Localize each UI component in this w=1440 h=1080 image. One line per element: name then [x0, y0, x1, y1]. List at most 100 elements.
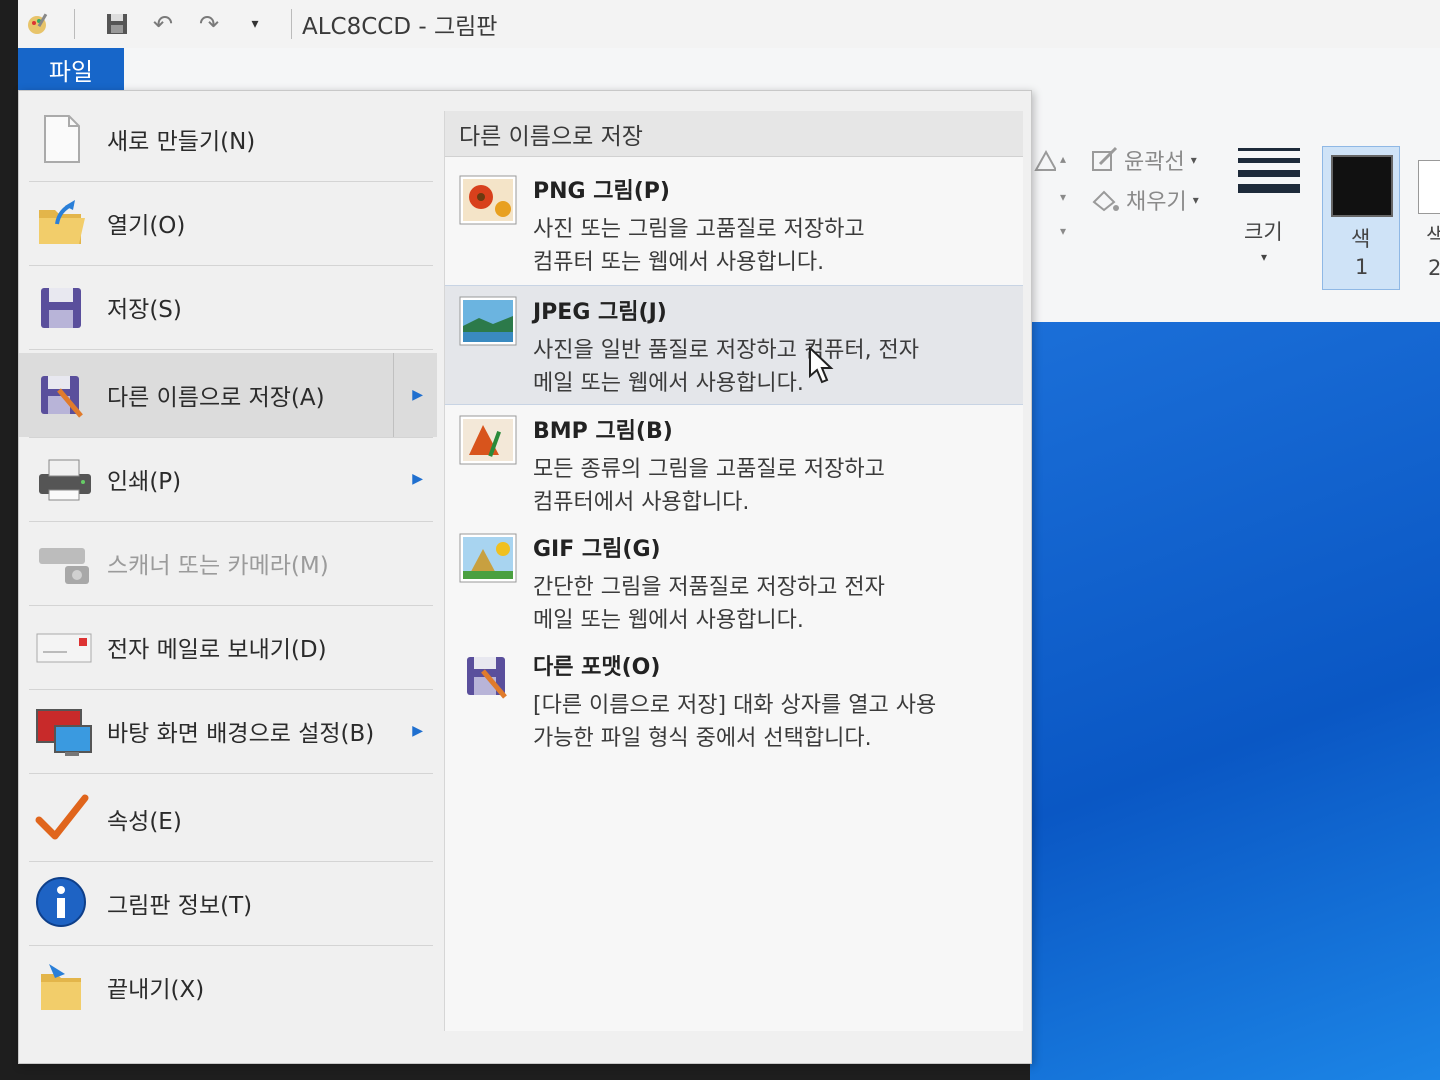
save-as-submenu: 다른 이름으로 저장 PNG 그림(P) 사진 또는 그림을 고품질로 저장하고… — [444, 111, 1023, 1031]
bmp-desc-line-1: 모든 종류의 그림을 고품질로 저장하고 — [533, 457, 885, 482]
menu-item-open[interactable]: 열기(O) — [19, 181, 437, 265]
outline-icon — [1092, 146, 1118, 171]
size-line-4 — [1238, 184, 1300, 193]
fill-bucket-icon — [1092, 190, 1119, 212]
color2-label: 색 — [1426, 224, 1440, 248]
menu-label-email: 전자 메일로 보내기(D) — [107, 637, 327, 663]
info-icon — [35, 876, 89, 930]
email-icon — [35, 620, 92, 674]
save-as-icon — [35, 368, 89, 422]
window-title: ALC8CCD - 그림판 — [302, 14, 498, 40]
gif-description: 간단한 그림을 저품질로 저장하고 전자 메일 또는 웹에서 사용합니다. — [533, 571, 1003, 637]
save-option-gif[interactable]: GIF 그림(G) 간단한 그림을 저품질로 저장하고 전자 메일 또는 웹에서… — [445, 523, 1023, 641]
file-menu-commands: 새로 만들기(N) 열기(O) 저장(S) 다른 이름으로 저장(A) ▶ 인쇄… — [19, 91, 437, 1063]
open-folder-icon — [35, 196, 89, 250]
printer-icon — [35, 452, 91, 506]
submenu-arrow-separator — [393, 353, 394, 437]
size-line-1 — [1238, 148, 1300, 151]
bmp-title: BMP 그림(B) — [533, 419, 673, 444]
redo-icon[interactable]: ↷ — [195, 10, 223, 38]
shapes-scroll-up-icon[interactable] — [1032, 148, 1056, 172]
file-tab[interactable]: 파일 — [18, 48, 124, 90]
fill-button[interactable]: 채우기 ▾ — [1090, 184, 1199, 216]
title-separator — [74, 9, 75, 39]
scanner-icon — [35, 536, 89, 590]
menu-item-set-background[interactable]: 바탕 화면 배경으로 설정(B) ▶ — [19, 689, 437, 773]
size-line-2 — [1238, 158, 1300, 163]
menu-item-properties[interactable]: 속성(E) — [19, 777, 437, 861]
color2-number: 2 — [1428, 256, 1440, 280]
menu-label-new: 새로 만들기(N) — [107, 129, 256, 155]
ribbon-tab-bar: 파일 — [18, 48, 1440, 90]
jpeg-desc-line-2: 메일 또는 웹에서 사용합니다. — [533, 371, 804, 396]
png-description: 사진 또는 그림을 고품질로 저장하고 컴퓨터 또는 웹에서 사용합니다. — [533, 213, 1003, 279]
other-format-desc-line-1: [다른 이름으로 저장] 대화 상자를 열고 사용 — [533, 693, 937, 718]
new-document-icon — [35, 112, 89, 166]
shapes-more-icon[interactable]: ▾ — [1060, 224, 1066, 238]
menu-label-set-background: 바탕 화면 배경으로 설정(B) — [107, 721, 375, 747]
menu-item-print[interactable]: 인쇄(P) ▶ — [19, 437, 437, 521]
paint-app-icon[interactable] — [24, 10, 52, 38]
chevron-up-icon[interactable]: ▴ — [1060, 152, 1066, 166]
color1-button[interactable]: 색 1 — [1322, 146, 1400, 290]
save-option-jpeg[interactable]: JPEG 그림(J) 사진을 일반 품질로 저장하고 컴퓨터, 전자 메일 또는… — [445, 285, 1023, 405]
size-dropdown-icon: ▾ — [1261, 250, 1268, 264]
color1-number: 1 — [1355, 255, 1369, 279]
menu-item-save-as[interactable]: 다른 이름으로 저장(A) ▶ — [19, 353, 437, 437]
drawing-canvas[interactable] — [1030, 322, 1440, 1080]
png-image-icon — [459, 175, 517, 225]
customize-dropdown-icon[interactable]: ▾ — [241, 10, 269, 38]
save-option-png[interactable]: PNG 그림(P) 사진 또는 그림을 고품질로 저장하고 컴퓨터 또는 웹에서… — [445, 165, 1023, 283]
desktop-background-icon — [35, 704, 92, 758]
other-format-desc-line-2: 가능한 파일 형식 중에서 선택합니다. — [533, 726, 872, 751]
menu-label-open: 열기(O) — [107, 213, 186, 239]
save-option-other-format[interactable]: 다른 포맷(O) [다른 이름으로 저장] 대화 상자를 열고 사용 가능한 파… — [445, 641, 1023, 759]
menu-label-exit: 끝내기(X) — [107, 977, 205, 1003]
color1-label: 색 — [1351, 227, 1371, 251]
checkmark-icon — [35, 792, 89, 846]
save-as-header: 다른 이름으로 저장 — [445, 111, 1023, 157]
file-menu: 새로 만들기(N) 열기(O) 저장(S) 다른 이름으로 저장(A) ▶ 인쇄… — [18, 90, 1032, 1064]
menu-item-save[interactable]: 저장(S) — [19, 265, 437, 349]
menu-item-new[interactable]: 새로 만들기(N) — [19, 97, 437, 181]
bmp-desc-line-2: 컴퓨터에서 사용합니다. — [533, 490, 750, 515]
save-icon[interactable] — [103, 10, 131, 38]
ribbon-home-panel: ▴ ▾ ▾ 윤곽선 ▾ 채우기 ▾ 크기 ▾ 색 1 색 2 — [1020, 90, 1440, 323]
submenu-arrow-icon[interactable]: ▶ — [412, 723, 423, 739]
size-label: 크기 — [1244, 220, 1283, 244]
submenu-arrow-icon[interactable]: ▶ — [412, 471, 423, 487]
undo-icon[interactable]: ↶ — [149, 10, 177, 38]
mouse-cursor-icon — [809, 346, 834, 384]
fill-dropdown-icon: ▾ — [1192, 193, 1199, 207]
jpeg-description: 사진을 일반 품질로 저장하고 컴퓨터, 전자 메일 또는 웹에서 사용합니다. — [533, 334, 1003, 400]
gif-image-icon — [459, 533, 517, 583]
gif-desc-line-1: 간단한 그림을 저품질로 저장하고 전자 — [533, 575, 885, 600]
menu-divider — [29, 773, 433, 774]
chevron-down-icon[interactable]: ▾ — [1060, 190, 1066, 204]
quick-access-toolbar: ↶ ↷ ▾ — [24, 9, 302, 39]
menu-divider — [29, 349, 433, 350]
bmp-description: 모든 종류의 그림을 고품질로 저장하고 컴퓨터에서 사용합니다. — [533, 453, 1003, 519]
save-icon — [35, 280, 89, 334]
menu-label-properties: 속성(E) — [107, 809, 182, 835]
menu-item-about[interactable]: 그림판 정보(T) — [19, 861, 437, 945]
submenu-arrow-icon[interactable]: ▶ — [412, 387, 423, 403]
menu-label-save: 저장(S) — [107, 297, 182, 323]
menu-item-scanner: 스캐너 또는 카메라(M) — [19, 521, 437, 605]
size-button[interactable] — [1238, 148, 1300, 200]
jpeg-desc-line-1: 사진을 일반 품질로 저장하고 컴퓨터, 전자 — [533, 338, 920, 363]
menu-item-email[interactable]: 전자 메일로 보내기(D) — [19, 605, 437, 689]
png-desc-line-2: 컴퓨터 또는 웹에서 사용합니다. — [533, 250, 825, 275]
color2-swatch[interactable] — [1418, 160, 1440, 214]
title-separator-2 — [291, 9, 292, 39]
outline-label: 윤곽선 — [1124, 150, 1185, 175]
jpeg-title: JPEG 그림(J) — [533, 300, 667, 325]
menu-label-scanner: 스캐너 또는 카메라(M) — [107, 553, 329, 579]
outline-button[interactable]: 윤곽선 ▾ — [1090, 144, 1197, 176]
bmp-image-icon — [459, 415, 517, 465]
outline-dropdown-icon: ▾ — [1190, 153, 1197, 167]
menu-item-exit[interactable]: 끝내기(X) — [19, 945, 437, 1029]
menu-label-save-as: 다른 이름으로 저장(A) — [107, 385, 325, 411]
save-option-bmp[interactable]: BMP 그림(B) 모든 종류의 그림을 고품질로 저장하고 컴퓨터에서 사용합… — [445, 405, 1023, 523]
color1-swatch — [1331, 155, 1393, 217]
